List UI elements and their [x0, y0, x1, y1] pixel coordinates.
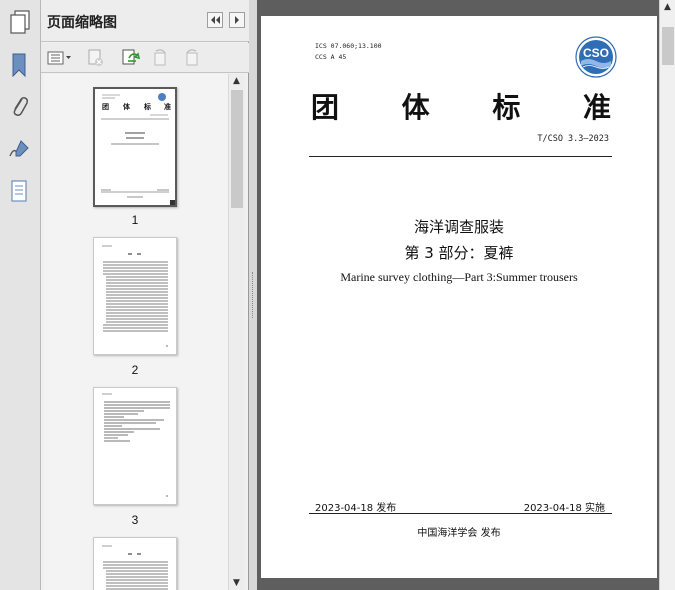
page-thumbnail-4[interactable]: [93, 537, 177, 590]
svg-text:标: 标: [143, 102, 151, 111]
insert-page-button[interactable]: [119, 47, 141, 69]
expand-panel-button[interactable]: [229, 12, 245, 28]
panel-toolbar: [41, 43, 249, 73]
rotate-left-icon: [154, 49, 166, 66]
chevron-right-icon: [235, 16, 239, 24]
page-thumbnail-2[interactable]: [93, 237, 177, 355]
thumbnail-preview: [102, 393, 170, 497]
classification-codes: ICS 07.060;13.100 CCS A 45: [315, 41, 382, 63]
scroll-up-arrow-icon[interactable]: ▲: [233, 76, 240, 86]
insert-page-icon: [122, 49, 140, 65]
document-heading: 团 体 标 准: [311, 86, 611, 126]
scrollbar-thumb[interactable]: [231, 90, 243, 208]
implementation-date: 2023-04-18 实施: [523, 503, 605, 514]
ccs-code: CCS A 45: [315, 53, 347, 61]
footer-divider: [309, 513, 612, 514]
collapse-panel-button[interactable]: [207, 12, 223, 28]
scrollbar-thumb[interactable]: [662, 27, 674, 65]
splitter-grip-icon: [252, 272, 254, 318]
thumbnail-page-number: 3: [131, 513, 139, 527]
scroll-up-arrow-icon[interactable]: ▲: [664, 2, 671, 12]
title-english: Marine survey clothing—Part 3:Summer tro…: [340, 270, 578, 284]
signature-icon[interactable]: [4, 134, 34, 164]
delete-page-icon: [88, 49, 103, 66]
svg-text:体: 体: [123, 102, 131, 111]
logo-text: CSO: [582, 46, 609, 60]
part-title-chinese: 第 3 部分：夏裤: [404, 244, 514, 262]
heading-char: 团: [311, 91, 340, 124]
heading-char: 标: [492, 91, 521, 124]
heading-char: 准: [582, 91, 611, 124]
publisher: 中国海洋学会 发布: [417, 528, 501, 539]
attachment-icon[interactable]: [4, 92, 34, 122]
thumbnail-page-number: 1: [131, 213, 139, 227]
thumbnail-options-icon: [47, 51, 71, 65]
pdf-viewer-window: 页面缩略图 团 体 标 准 1 2 3 ▲ ▼ ICS 07.060;13.10…: [0, 0, 675, 590]
thumbnail-preview: [102, 245, 168, 347]
thumbnail-resize-handle[interactable]: [170, 200, 175, 205]
document-page: ICS 07.060;13.100 CCS A 45 CSO 团 体 标 准 T…: [261, 16, 657, 578]
delete-page-button[interactable]: [85, 47, 107, 69]
heading-char: 体: [401, 91, 430, 124]
rotate-left-button[interactable]: [149, 47, 171, 69]
layers-icon[interactable]: [4, 176, 34, 206]
ics-code: ICS 07.060;13.100: [315, 42, 382, 50]
thumbnails-panel: 页面缩略图 团 体 标 准 1 2 3 ▲ ▼: [41, 0, 249, 590]
thumbnail-list: 团 体 标 准 1 2 3: [44, 74, 228, 590]
thumbnail-preview: 团 体 标 准: [101, 93, 171, 198]
cso-logo: CSO: [575, 36, 617, 78]
svg-text:团: 团: [102, 102, 109, 111]
bookmark-icon[interactable]: [4, 50, 34, 80]
document-scrollbar[interactable]: ▲: [659, 0, 675, 590]
panel-splitter[interactable]: [249, 0, 257, 590]
title-chinese: 海洋调查服装: [413, 218, 504, 236]
scroll-down-arrow-icon[interactable]: ▼: [233, 578, 240, 588]
rotate-right-icon: [186, 49, 198, 66]
panel-title: 页面缩略图: [47, 15, 117, 31]
page-thumbnail-3[interactable]: [93, 387, 177, 505]
standard-number: T/CSO 3.3—2023: [537, 134, 609, 144]
pages-icon[interactable]: [6, 8, 34, 36]
rotate-right-button[interactable]: [181, 47, 203, 69]
panel-header: 页面缩略图: [41, 0, 249, 42]
thumbnail-preview: [102, 545, 168, 590]
navigation-rail: [0, 0, 41, 590]
double-chevron-left-icon: [211, 16, 220, 24]
document-view: ICS 07.060;13.100 CCS A 45 CSO 团 体 标 准 T…: [257, 0, 659, 590]
issue-date: 2023-04-18 发布: [315, 503, 397, 514]
page-thumbnail-1[interactable]: 团 体 标 准: [93, 87, 177, 207]
thumbnail-page-number: 2: [131, 363, 139, 377]
thumbnail-scrollbar[interactable]: ▲ ▼: [228, 74, 245, 590]
header-divider: [309, 156, 612, 157]
thumbnail-options-button[interactable]: [47, 47, 73, 69]
svg-text:准: 准: [164, 102, 171, 111]
